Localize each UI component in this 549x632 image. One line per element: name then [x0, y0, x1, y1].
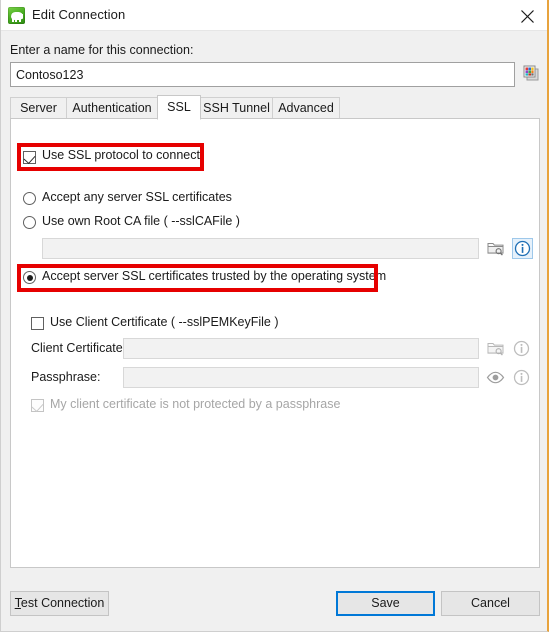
no-passphrase-label: My client certificate is not protected b…: [50, 397, 341, 411]
passphrase-info-icon[interactable]: [512, 367, 533, 388]
connection-name-input[interactable]: [10, 62, 515, 87]
test-connection-button[interactable]: Test Connection: [10, 591, 109, 616]
radio-accept-any-certificates-label: Accept any server SSL certificates: [42, 190, 232, 204]
radio-use-root-ca-file[interactable]: [23, 216, 36, 229]
use-client-certificate-checkbox[interactable]: [31, 317, 44, 330]
client-certificate-input[interactable]: [123, 338, 479, 359]
client-certificate-folder-browse-icon[interactable]: [485, 338, 506, 359]
passphrase-input[interactable]: [123, 367, 479, 388]
passphrase-label: Passphrase:: [31, 370, 101, 384]
radio-dot-icon: [26, 274, 33, 281]
test-connection-label: est Connection: [20, 596, 105, 610]
tab-ssh-tunnel[interactable]: SSH Tunnel: [200, 97, 273, 118]
tab-advanced[interactable]: Advanced: [272, 97, 340, 118]
check-icon: [31, 399, 44, 413]
close-icon[interactable]: [516, 5, 540, 27]
client-certificate-info-icon[interactable]: [512, 338, 533, 359]
edit-connection-dialog: Edit Connection Enter a name for this co…: [0, 0, 549, 632]
connection-name-label: Enter a name for this connection:: [10, 43, 194, 57]
passphrase-eye-icon[interactable]: [485, 367, 506, 388]
radio-use-root-ca-file-label: Use own Root CA file ( --sslCAFile ): [42, 214, 240, 228]
title-bar: Edit Connection: [1, 0, 547, 31]
no-passphrase-checkbox[interactable]: [31, 399, 44, 413]
connection-name-row: [10, 62, 540, 87]
tab-authentication[interactable]: Authentication: [66, 97, 158, 118]
use-client-certificate-label: Use Client Certificate ( --sslPEMKeyFile…: [50, 315, 279, 329]
window-title: Edit Connection: [32, 7, 126, 22]
ca-file-input[interactable]: [42, 238, 479, 259]
ssl-tab-panel: Use SSL protocol to connect Accept any s…: [10, 118, 540, 568]
color-palette-icon[interactable]: [521, 63, 543, 85]
save-button[interactable]: Save: [336, 591, 435, 616]
cancel-button[interactable]: Cancel: [441, 591, 540, 616]
use-ssl-checkbox[interactable]: [23, 151, 36, 165]
use-ssl-label: Use SSL protocol to connect: [42, 148, 200, 162]
radio-accept-os-trusted-certificates-label: Accept server SSL certificates trusted b…: [42, 269, 387, 283]
ca-file-folder-browse-icon[interactable]: [485, 238, 506, 259]
radio-accept-any-certificates[interactable]: [23, 192, 36, 205]
tab-strip: Server Authentication SSL SSH Tunnel Adv…: [10, 95, 540, 120]
elephant-green-icon: [8, 7, 25, 24]
tab-server[interactable]: Server: [10, 97, 67, 118]
tab-ssl[interactable]: SSL: [157, 95, 201, 120]
radio-accept-os-trusted-certificates[interactable]: [23, 271, 36, 284]
check-icon: [23, 151, 36, 165]
client-certificate-label: Client Certificate:: [31, 341, 127, 355]
ca-file-info-icon[interactable]: [512, 238, 533, 259]
dialog-body: Enter a name for this connection: Contos…: [1, 31, 547, 631]
